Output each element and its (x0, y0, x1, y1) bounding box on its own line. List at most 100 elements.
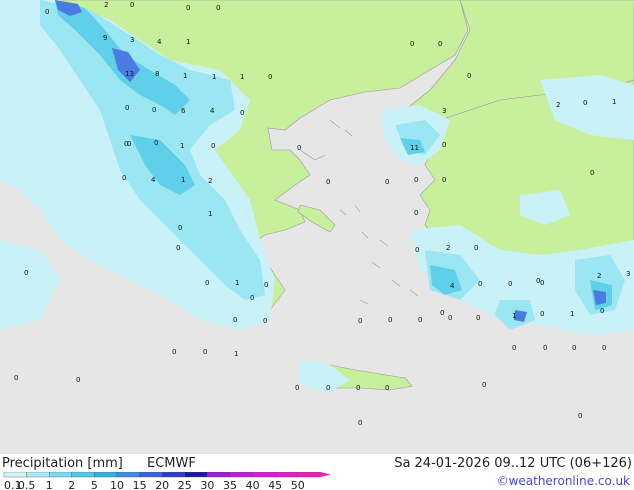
map-value: 0 (418, 316, 422, 324)
legend-swatch (252, 472, 276, 478)
map-value: 4 (151, 176, 156, 184)
map-value: 2 (208, 177, 212, 185)
legend-tick-label: 25 (178, 479, 192, 490)
map-value: 0 (76, 376, 80, 384)
map-value: 0 (414, 176, 418, 184)
map-value: 0 (45, 8, 49, 16)
credit-text: ©weatheronline.co.uk (496, 474, 630, 488)
map-value: 1 (180, 142, 184, 150)
precipitation-map: 2 0 0 0 9 3 4 1 0 0 13 8 1 1 1 0 0 0 6 4… (0, 0, 634, 454)
map-value: 1 (512, 312, 516, 320)
map-value: 0 (264, 281, 268, 289)
legend-swatch (139, 472, 163, 478)
map-value: 0 (602, 344, 606, 352)
legend-tick-label: 10 (110, 479, 124, 490)
map-value: 0 (415, 246, 419, 254)
product-label: Precipitation [mm] (2, 456, 123, 471)
map-value: 1 (612, 98, 616, 106)
map-value: 1 (212, 73, 216, 81)
legend-tick-label: 15 (133, 479, 147, 490)
map-value: 4 (157, 38, 162, 46)
map-value: 0 (172, 348, 176, 356)
map-value: 0 (508, 280, 512, 288)
map-value: 0 (356, 384, 360, 392)
map-value: 0 (448, 314, 452, 322)
legend-tick-label: 35 (223, 479, 237, 490)
map-value: 0 (388, 316, 392, 324)
legend-swatch (275, 472, 299, 478)
map-value: 0 (14, 374, 18, 382)
map-value: 1 (181, 176, 185, 184)
map-value: 2 (597, 272, 601, 280)
map-value: 3 (442, 107, 446, 115)
legend-tick-label: 50 (291, 479, 305, 490)
legend-tick-label: 30 (200, 479, 214, 490)
legend-swatch (49, 472, 73, 478)
map-value: 2 (556, 101, 560, 109)
valid-time: Sa 24-01-2026 09..12 UTC (06+126) (394, 456, 632, 471)
map-value: 0 (583, 99, 587, 107)
map-value: 0 (203, 348, 207, 356)
map-value: 0 (297, 144, 301, 152)
map-value: 0 (130, 1, 134, 9)
legend-tick-label: 20 (155, 479, 169, 490)
map-value: 6 (181, 107, 186, 115)
map-value: 0 (178, 224, 182, 232)
map-value: 0 (205, 279, 209, 287)
legend-swatch (207, 472, 231, 478)
legend-swatch (3, 472, 27, 478)
map-value: 0 (233, 316, 237, 324)
map-value: 0 (24, 269, 28, 277)
map-value: 4 (450, 282, 455, 290)
map-value: 0 (540, 310, 544, 318)
map-value: 1 (186, 38, 190, 46)
map-value: 0 (268, 73, 272, 81)
legend-swatch (229, 472, 253, 478)
map-value: 0 (578, 412, 582, 420)
legend-swatch (184, 472, 208, 478)
map-value: 9 (103, 34, 107, 42)
map-value: 0 (540, 279, 544, 287)
map-value: 0 (240, 109, 244, 117)
map-value: 0 (590, 169, 594, 177)
map-value: 3 (626, 270, 630, 278)
legend-tick-label: 0.5 (18, 479, 36, 490)
map-value: 0 (414, 209, 418, 217)
map-value: 1 (183, 72, 187, 80)
legend-swatch (116, 472, 140, 478)
map-value: 0 (263, 317, 267, 325)
legend-swatch (26, 472, 50, 478)
map-value: 0 (410, 40, 414, 48)
map-value: 2 (104, 1, 108, 9)
map-value: 3 (130, 36, 134, 44)
model-label: ECMWF (147, 456, 196, 471)
map-value: 1 (240, 73, 244, 81)
map-value: 0 (211, 142, 215, 150)
legend-tick-label: 1 (46, 479, 53, 490)
legend-tick-label: 45 (268, 479, 282, 490)
legend-arrow-tip (320, 472, 331, 477)
legend-swatch (161, 472, 185, 478)
legend-swatch (71, 472, 95, 478)
map-value: 0 (474, 244, 478, 252)
map-value: 0 (127, 140, 131, 148)
map-value: 0 (152, 106, 156, 114)
map-value: 0 (250, 294, 254, 302)
map-value: 2 (446, 244, 450, 252)
map-value: 11 (410, 144, 419, 152)
map-value: 0 (478, 280, 482, 288)
map-value: 0 (176, 244, 180, 252)
map-value: 0 (482, 381, 486, 389)
map-value: 0 (543, 344, 547, 352)
map-value: 1 (234, 350, 238, 358)
map-value: 0 (385, 384, 389, 392)
legend-tick-label: 5 (91, 479, 98, 490)
map-value: 13 (125, 70, 134, 78)
map-value: 0 (438, 40, 442, 48)
map-value: 0 (358, 317, 362, 325)
legend-tick-label: 40 (246, 479, 260, 490)
map-value: 1 (235, 279, 239, 287)
map-value: 0 (186, 4, 190, 12)
map-value: 0 (125, 104, 129, 112)
legend-tick-label: 2 (68, 479, 75, 490)
